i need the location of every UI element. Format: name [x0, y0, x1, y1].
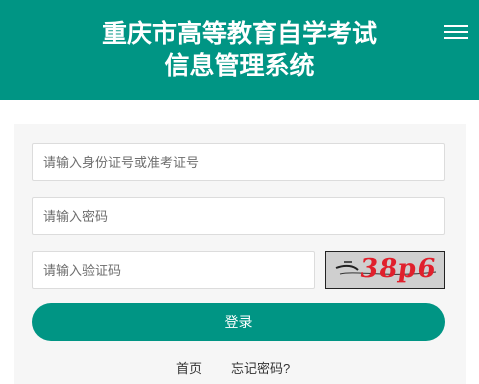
page-title-line2: 信息管理系统	[164, 51, 315, 80]
hamburger-menu-icon[interactable]	[444, 22, 468, 42]
page-title-line1: 重庆市高等教育自学考试	[101, 19, 377, 48]
header-bar: 重庆市高等教育自学考试 信息管理系统	[0, 0, 479, 100]
id-number-field[interactable]	[32, 143, 445, 181]
forgot-password-link[interactable]: 忘记密码?	[231, 358, 290, 377]
home-link[interactable]: 首页	[176, 358, 202, 377]
captcha-image[interactable]: 38p6	[325, 251, 445, 289]
password-input[interactable]	[43, 198, 434, 234]
captcha-text: 38p6	[357, 254, 439, 284]
password-field[interactable]	[32, 197, 445, 235]
captcha-field[interactable]	[32, 251, 315, 289]
id-number-input[interactable]	[43, 144, 434, 180]
captcha-input[interactable]	[43, 252, 304, 288]
page-title: 重庆市高等教育自学考试 信息管理系统	[0, 18, 479, 82]
login-button[interactable]: 登录	[32, 303, 445, 341]
